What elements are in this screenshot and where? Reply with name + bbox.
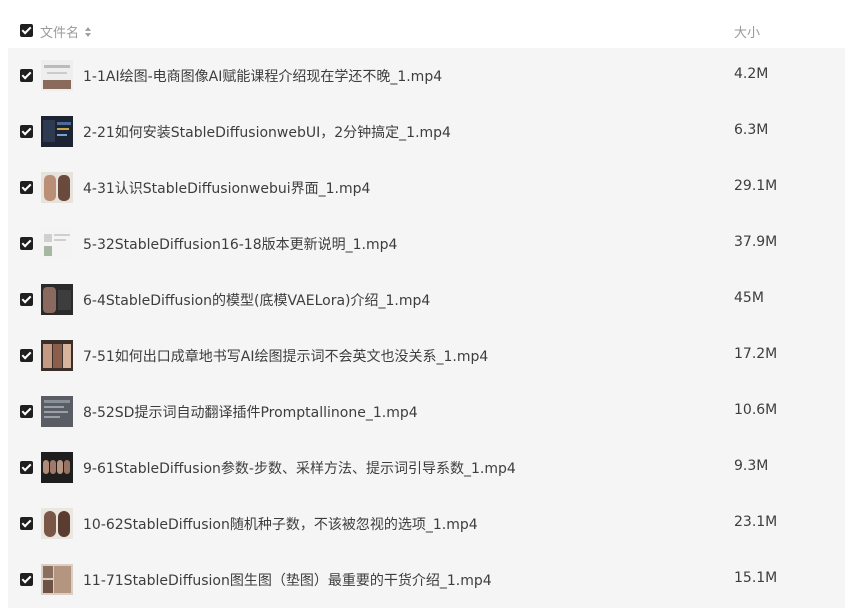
video-thumbnail: [41, 284, 73, 315]
file-size: 29.1M: [734, 178, 778, 194]
column-header-name-label: 文件名: [40, 26, 80, 41]
video-thumbnail: [41, 564, 73, 595]
row-checkbox[interactable]: [20, 181, 33, 194]
file-name[interactable]: 2-21如何安装StableDiffusionwebUI，2分钟搞定_1.mp4: [83, 122, 451, 142]
video-thumbnail: [41, 508, 73, 539]
file-name[interactable]: 6-4StableDiffusion的模型(底模VAELora)介绍_1.mp4: [83, 290, 430, 310]
video-thumbnail: [41, 116, 73, 147]
file-row[interactable]: 2-21如何安装StableDiffusionwebUI，2分钟搞定_1.mp4…: [8, 104, 845, 160]
file-list-header: 文件名 大小: [0, 0, 845, 48]
video-thumbnail: [41, 340, 73, 371]
row-checkbox[interactable]: [20, 349, 33, 362]
file-row[interactable]: 1-1AI绘图-电商图像AI赋能课程介绍现在学还不晚_1.mp4 4.2M: [8, 48, 845, 104]
column-header-size[interactable]: 大小: [734, 22, 760, 41]
file-size: 6.3M: [734, 122, 769, 138]
column-header-name[interactable]: 文件名: [40, 22, 92, 41]
file-name[interactable]: 11-71StableDiffusion图生图（垫图）最重要的干货介绍_1.mp…: [83, 570, 492, 590]
file-row[interactable]: 5-32StableDiffusion16-18版本更新说明_1.mp4 37.…: [8, 216, 845, 272]
file-size: 23.1M: [734, 514, 778, 530]
sort-icon[interactable]: [85, 26, 92, 38]
row-checkbox[interactable]: [20, 237, 33, 250]
file-size: 15.1M: [734, 570, 778, 586]
file-row[interactable]: 10-62StableDiffusion随机种子数，不该被忽视的选项_1.mp4…: [8, 496, 845, 552]
file-name[interactable]: 5-32StableDiffusion16-18版本更新说明_1.mp4: [83, 234, 397, 254]
row-checkbox[interactable]: [20, 125, 33, 138]
file-size: 4.2M: [734, 66, 769, 82]
file-row[interactable]: 7-51如何出口成章地书写AI绘图提示词不会英文也没关系_1.mp4 17.2M: [8, 328, 845, 384]
file-name[interactable]: 4-31认识StableDiffusionwebui界面_1.mp4: [83, 178, 370, 198]
file-name[interactable]: 9-61StableDiffusion参数-步数、采样方法、提示词引导系数_1.…: [83, 458, 516, 478]
row-checkbox[interactable]: [20, 293, 33, 306]
row-checkbox[interactable]: [20, 517, 33, 530]
file-name[interactable]: 7-51如何出口成章地书写AI绘图提示词不会英文也没关系_1.mp4: [83, 346, 488, 366]
file-row[interactable]: 4-31认识StableDiffusionwebui界面_1.mp4 29.1M: [8, 160, 845, 216]
file-name[interactable]: 1-1AI绘图-电商图像AI赋能课程介绍现在学还不晚_1.mp4: [83, 66, 442, 86]
file-list: 1-1AI绘图-电商图像AI赋能课程介绍现在学还不晚_1.mp4 4.2M 2-…: [8, 48, 845, 608]
file-size: 9.3M: [734, 458, 769, 474]
video-thumbnail: [41, 396, 73, 427]
file-row[interactable]: 8-52SD提示词自动翻译插件Promptallinone_1.mp4 10.6…: [8, 384, 845, 440]
row-checkbox[interactable]: [20, 573, 33, 586]
file-row[interactable]: 6-4StableDiffusion的模型(底模VAELora)介绍_1.mp4…: [8, 272, 845, 328]
file-name[interactable]: 8-52SD提示词自动翻译插件Promptallinone_1.mp4: [83, 402, 418, 422]
file-row[interactable]: 9-61StableDiffusion参数-步数、采样方法、提示词引导系数_1.…: [8, 440, 845, 496]
file-name[interactable]: 10-62StableDiffusion随机种子数，不该被忽视的选项_1.mp4: [83, 514, 478, 534]
file-size: 17.2M: [734, 346, 778, 362]
video-thumbnail: [41, 228, 73, 259]
file-size: 10.6M: [734, 402, 778, 418]
video-thumbnail: [41, 452, 73, 483]
file-row[interactable]: 11-71StableDiffusion图生图（垫图）最重要的干货介绍_1.mp…: [8, 552, 845, 608]
select-all-checkbox[interactable]: [20, 24, 33, 37]
row-checkbox[interactable]: [20, 69, 33, 82]
file-size: 37.9M: [734, 234, 778, 250]
row-checkbox[interactable]: [20, 461, 33, 474]
row-checkbox[interactable]: [20, 405, 33, 418]
video-thumbnail: [41, 60, 73, 91]
video-thumbnail: [41, 172, 73, 203]
file-size: 45M: [734, 290, 764, 306]
